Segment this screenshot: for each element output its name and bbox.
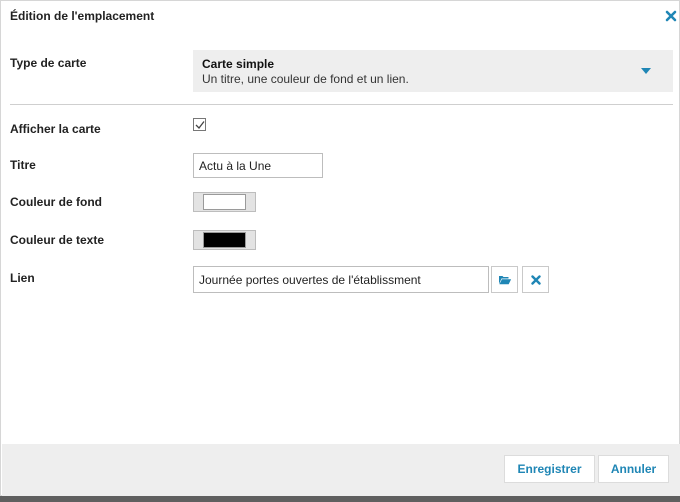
show-card-label: Afficher la carte: [10, 122, 101, 136]
text-color-label: Couleur de texte: [10, 233, 105, 247]
dialog-title: Édition de l'emplacement: [10, 9, 155, 23]
folder-open-icon: [498, 275, 511, 284]
text-color-picker[interactable]: [193, 230, 256, 250]
link-input[interactable]: [193, 266, 489, 293]
title-label: Titre: [10, 158, 36, 172]
card-type-selected-description: Un titre, une couleur de fond et un lien…: [202, 72, 409, 86]
chevron-down-icon: [641, 68, 651, 74]
cancel-button[interactable]: Annuler: [598, 455, 669, 483]
section-divider: [10, 104, 673, 105]
dialog-header: Édition de l'emplacement: [1, 1, 679, 35]
card-type-label: Type de carte: [10, 56, 87, 70]
close-icon: [530, 274, 541, 285]
title-input[interactable]: [193, 153, 323, 178]
background-window-edge: [0, 496, 680, 502]
dialog-footer: Enregistrer Annuler: [2, 444, 680, 496]
clear-link-button[interactable]: [522, 266, 549, 293]
browse-link-button[interactable]: [491, 266, 518, 293]
card-type-selected-title: Carte simple: [202, 57, 275, 71]
edit-location-dialog: Édition de l'emplacement Type de carte C…: [0, 0, 680, 496]
checkmark-icon: [195, 121, 205, 129]
text-color-swatch: [203, 232, 246, 248]
background-color-label: Couleur de fond: [10, 195, 102, 209]
close-icon[interactable]: [665, 9, 677, 22]
background-color-picker[interactable]: [193, 192, 256, 212]
card-type-select[interactable]: Carte simple Un titre, une couleur de fo…: [193, 50, 673, 92]
save-button[interactable]: Enregistrer: [504, 455, 595, 483]
show-card-checkbox[interactable]: [193, 118, 206, 131]
link-label: Lien: [10, 271, 35, 285]
background-color-swatch: [203, 194, 246, 210]
